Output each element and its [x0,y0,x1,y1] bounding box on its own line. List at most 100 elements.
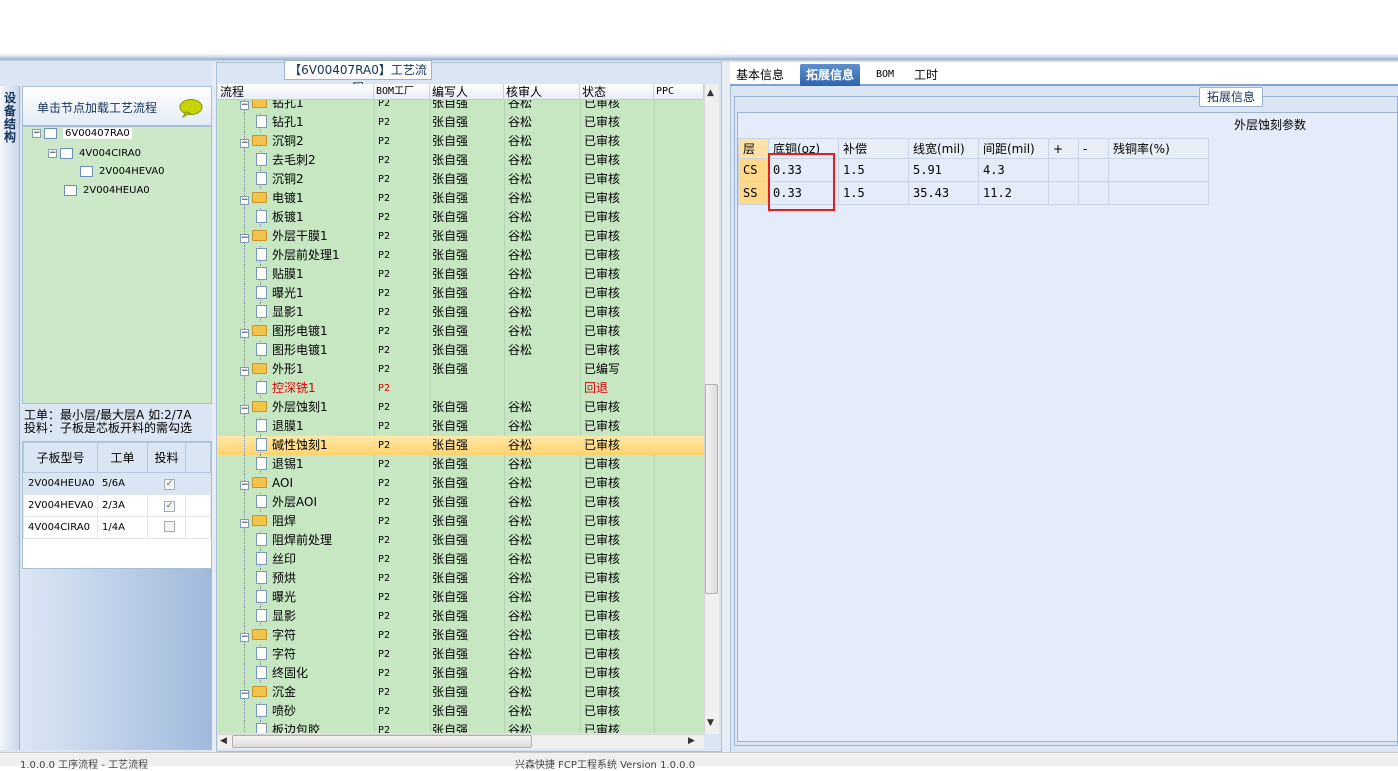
scroll-up-icon[interactable]: ▲ [707,88,714,98]
cell-order[interactable]: 1/4A [97,516,148,539]
process-row[interactable]: − 电镀1 P2 张自强 谷松 已审核 [218,189,704,208]
col-header-ppc[interactable]: PPC [654,84,704,100]
collapse-icon[interactable]: − [240,690,249,699]
scroll-left-icon[interactable]: ◀ [220,736,227,746]
cell-spacing[interactable]: 4.3 [978,158,1049,182]
cell-line-width[interactable]: 5.91 [908,158,979,182]
right-splitter[interactable] [722,62,730,752]
scroll-down-icon[interactable]: ▼ [707,718,714,728]
process-row[interactable]: − 钻孔1 P2 张自强 谷松 已审核 [218,100,704,113]
chat-bubble-icon[interactable] [178,98,204,118]
process-row[interactable]: 退膜1 P2 张自强 谷松 已审核 [218,417,704,436]
collapse-icon[interactable]: − [240,234,249,243]
tab-basic-info[interactable]: 基本信息 [730,64,790,86]
vertical-scroll-thumb[interactable] [705,384,718,594]
collapse-icon[interactable]: − [240,139,249,148]
col-header-layer[interactable]: 层 [738,138,769,159]
col-header-writer[interactable]: 编写人 [430,84,504,100]
process-row[interactable]: − 外层蚀刻1 P2 张自强 谷松 已审核 [218,398,704,417]
process-row[interactable]: − 阻焊 P2 张自强 谷松 已审核 [218,512,704,531]
collapse-icon[interactable]: − [240,633,249,642]
col-header-flow[interactable]: 流程 [218,84,374,100]
tree-node-root[interactable]: − 6V00407RA0 [32,128,132,139]
col-header-spacing[interactable]: 间距(mil) [978,138,1049,159]
col-header-status[interactable]: 状态 [580,84,654,100]
process-row[interactable]: 板边包胶 P2 张自强 谷松 已审核 [218,721,704,733]
tab-extended-info[interactable]: 拓展信息 [800,64,861,86]
cell-minus[interactable] [1078,158,1109,182]
extended-info-button[interactable]: 拓展信息 [1199,87,1263,107]
process-row[interactable]: 终固化 P2 张自强 谷松 已审核 [218,664,704,683]
horizontal-scroll-thumb[interactable] [232,735,532,748]
cell-spacing[interactable]: 11.2 [978,181,1049,205]
collapse-icon[interactable]: − [240,329,249,338]
col-header-feed[interactable]: 投料 [147,442,186,473]
process-row[interactable]: 喷砂 P2 张自强 谷松 已审核 [218,702,704,721]
cell-order[interactable]: 2/3A [97,494,148,517]
process-row[interactable]: 丝印 P2 张自强 谷松 已审核 [218,550,704,569]
tree-node-4v004cira0[interactable]: − 4V004CIRA0 [48,148,141,159]
process-row[interactable]: 显影 P2 张自强 谷松 已审核 [218,607,704,626]
col-header-compensation[interactable]: 补偿 [838,138,909,159]
process-row[interactable]: − 外形1 P2 张自强 已编写 [218,360,704,379]
col-header-model[interactable]: 子板型号 [23,442,98,473]
feed-checkbox[interactable] [164,520,175,532]
collapse-icon[interactable]: − [48,149,57,158]
process-row[interactable]: 外层前处理1 P2 张自强 谷松 已审核 [218,246,704,265]
cell-compensation[interactable]: 1.5 [838,158,909,182]
process-row[interactable]: 沉铜2 P2 张自强 谷松 已审核 [218,170,704,189]
process-row[interactable]: − 沉铜2 P2 张自强 谷松 已审核 [218,132,704,151]
col-header-bom-factory[interactable]: BOM工厂 [374,84,430,100]
process-row[interactable]: 曝光1 P2 张自强 谷松 已审核 [218,284,704,303]
collapse-icon[interactable]: − [240,367,249,376]
process-row[interactable]: 阻焊前处理 P2 张自强 谷松 已审核 [218,531,704,550]
cell-minus[interactable] [1078,181,1109,205]
cell-compensation[interactable]: 1.5 [838,181,909,205]
process-row[interactable]: − 沉金 P2 张自强 谷松 已审核 [218,683,704,702]
table-row[interactable]: 4V004CIRA0 1/4A [23,516,211,539]
process-row[interactable]: 退锡1 P2 张自强 谷松 已审核 [218,455,704,474]
collapse-icon[interactable]: − [240,101,249,110]
cell-plus[interactable] [1048,181,1079,205]
collapse-icon[interactable]: − [240,196,249,205]
col-header-order[interactable]: 工单 [97,442,148,473]
cell-plus[interactable] [1048,158,1079,182]
process-row[interactable]: 外层AOI P2 张自强 谷松 已审核 [218,493,704,512]
process-row[interactable]: 显影1 P2 张自强 谷松 已审核 [218,303,704,322]
process-row[interactable]: 碱性蚀刻1 P2 张自强 谷松 已审核 [218,436,704,455]
process-row[interactable]: − AOI P2 张自强 谷松 已审核 [218,474,704,493]
scroll-right-icon[interactable]: ▶ [688,736,695,746]
table-row[interactable]: 2V004HEVA0 2/3A ✓ [23,494,211,517]
collapse-icon[interactable]: − [32,129,41,138]
collapse-icon[interactable]: − [240,481,249,490]
process-row[interactable]: − 外层干膜1 P2 张自强 谷松 已审核 [218,227,704,246]
collapse-icon[interactable]: − [240,519,249,528]
table-row[interactable]: 2V004HEUA0 5/6A ✓ [23,472,211,495]
process-row[interactable]: − 图形电镀1 P2 张自强 谷松 已审核 [218,322,704,341]
col-header-plus[interactable]: + [1048,138,1079,159]
device-structure-tab[interactable] [0,86,20,750]
process-row[interactable]: 去毛刺2 P2 张自强 谷松 已审核 [218,151,704,170]
process-row[interactable]: 贴膜1 P2 张自强 谷松 已审核 [218,265,704,284]
process-row[interactable]: 字符 P2 张自强 谷松 已审核 [218,645,704,664]
process-row[interactable]: 曝光 P2 张自强 谷松 已审核 [218,588,704,607]
process-row[interactable]: 板镀1 P2 张自强 谷松 已审核 [218,208,704,227]
tab-work-hours[interactable]: 工时 [908,64,944,86]
feed-checkbox[interactable]: ✓ [164,500,175,512]
process-row[interactable]: 图形电镀1 P2 张自强 谷松 已审核 [218,341,704,360]
tree-node-2v004heua0[interactable]: 2V004HEUA0 [64,185,150,196]
feed-checkbox[interactable]: ✓ [164,478,175,490]
col-header-reviewer[interactable]: 核审人 [504,84,580,100]
cell-order[interactable]: 5/6A [97,472,148,495]
col-header-residual-copper[interactable]: 残铜率(%) [1108,138,1209,159]
cell-residual-copper[interactable] [1108,181,1209,205]
cell-line-width[interactable]: 35.43 [908,181,979,205]
tree-node-2v004heva0[interactable]: 2V004HEVA0 [80,166,165,177]
process-row[interactable]: 预烘 P2 张自强 谷松 已审核 [218,569,704,588]
col-header-minus[interactable]: - [1078,138,1109,159]
cell-residual-copper[interactable] [1108,158,1209,182]
process-row[interactable]: 钻孔1 P2 张自强 谷松 已审核 [218,113,704,132]
collapse-icon[interactable]: − [240,405,249,414]
col-header-line-width[interactable]: 线宽(mil) [908,138,979,159]
process-row[interactable]: − 字符 P2 张自强 谷松 已审核 [218,626,704,645]
